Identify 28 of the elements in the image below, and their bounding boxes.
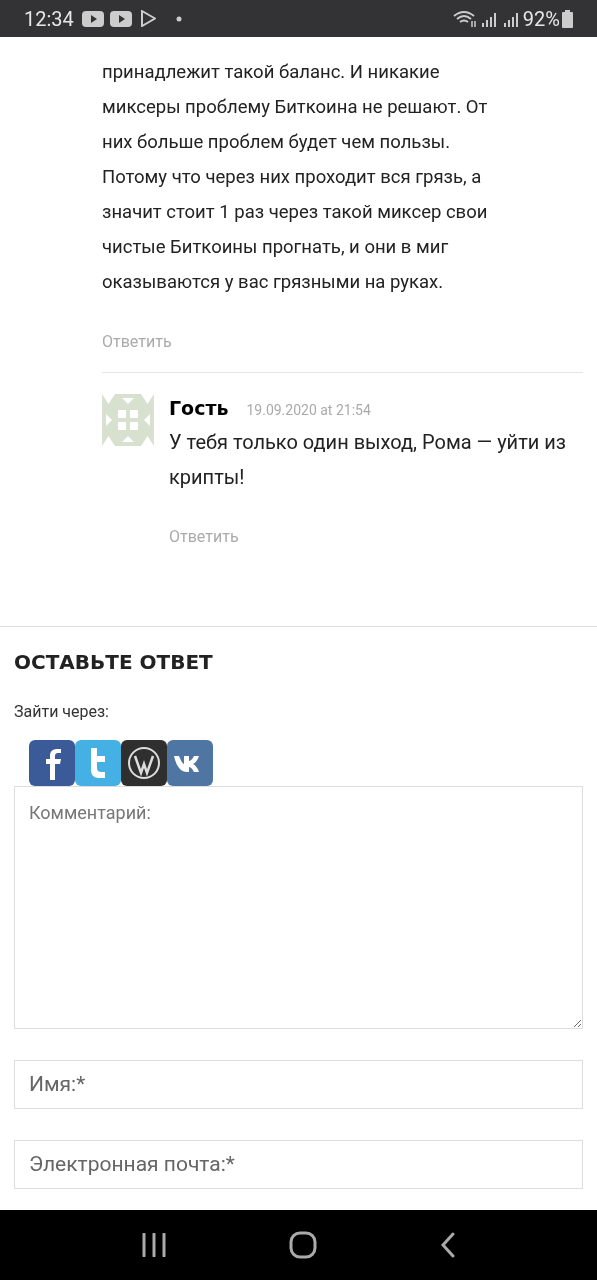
comment-author: Гость bbox=[169, 396, 229, 421]
reply-link[interactable]: Ответить bbox=[102, 332, 172, 351]
section-heading: ОСТАВЬТЕ ОТВЕТ bbox=[14, 648, 214, 676]
wifi-icon bbox=[452, 9, 477, 28]
comment-date: 19.09.2020 at 21:54 bbox=[246, 401, 371, 420]
reply-link[interactable]: Ответить bbox=[169, 526, 239, 546]
back-icon[interactable] bbox=[439, 1232, 456, 1258]
play-icon bbox=[81, 10, 104, 27]
comment-text: У тебя только один выход, Рома — уйти из крипты! bbox=[169, 428, 567, 491]
vk-icon[interactable] bbox=[167, 739, 213, 786]
clock: 12:34 bbox=[24, 5, 74, 33]
facebook-icon[interactable] bbox=[29, 739, 75, 786]
wordpress-icon[interactable] bbox=[121, 739, 167, 786]
comment-text: принадлежит такой баланс. И никакие миксеры проблему Биткоина не решают. От них больше проблем будет чем пользы. Потому что через них проходит вся грязь, а значит стоит 1 раз через такой миксер свои чистые Биткоины прогнать, и они в миг оказываются у вас грязными на руках. bbox=[102, 60, 489, 295]
battery-icon bbox=[562, 9, 573, 28]
battery-level: 92% bbox=[522, 5, 560, 33]
home-icon[interactable] bbox=[289, 1231, 318, 1259]
email-field[interactable]: Электронная почта:* bbox=[14, 1139, 583, 1189]
avatar-icon bbox=[102, 394, 154, 446]
login-label: Зайти через: bbox=[14, 700, 110, 723]
name-field[interactable]: Имя:* bbox=[14, 1059, 583, 1109]
comment-field[interactable]: Комментарий: bbox=[14, 785, 583, 1029]
play-icon bbox=[109, 10, 132, 27]
dot-icon bbox=[175, 15, 182, 22]
store-icon bbox=[139, 10, 156, 27]
recent-apps-icon[interactable] bbox=[141, 1233, 168, 1257]
signal-icon bbox=[502, 10, 519, 27]
signal-icon bbox=[480, 10, 497, 27]
